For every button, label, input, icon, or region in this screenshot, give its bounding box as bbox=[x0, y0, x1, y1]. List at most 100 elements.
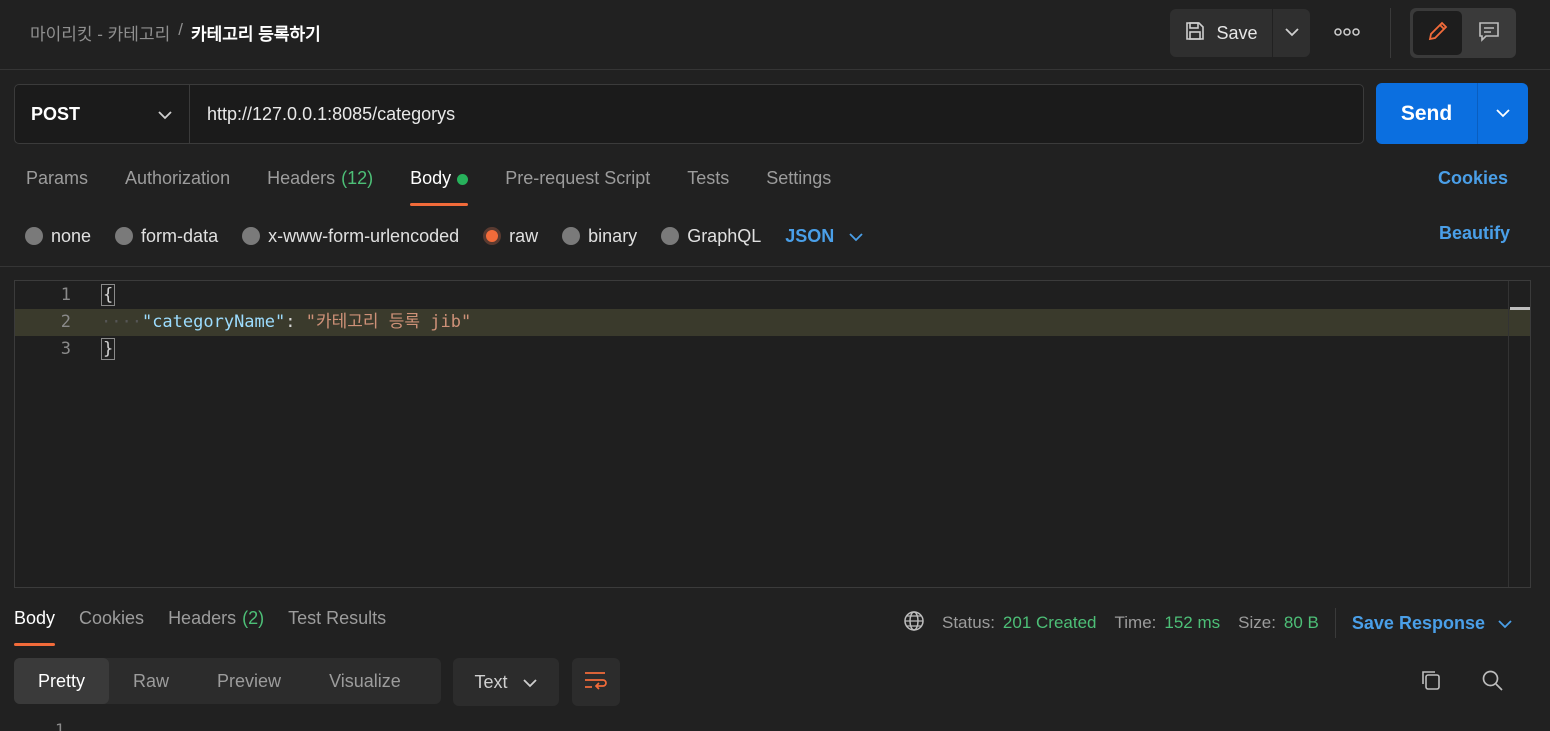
tab-label: Settings bbox=[766, 168, 832, 188]
toolbar-divider bbox=[1390, 8, 1391, 58]
chevron-down-icon bbox=[848, 226, 864, 247]
json-colon: : bbox=[285, 312, 306, 332]
tab-label: Pre-request Script bbox=[505, 168, 651, 188]
line-code: } bbox=[101, 336, 116, 363]
request-title[interactable]: 카테고리 등록하기 bbox=[191, 20, 321, 45]
body-type-none[interactable]: none bbox=[25, 226, 91, 247]
send-options-button[interactable] bbox=[1478, 83, 1528, 144]
radio-button[interactable] bbox=[25, 227, 43, 245]
url-input[interactable]: http://127.0.0.1:8085/categorys bbox=[189, 84, 1364, 144]
copy-button[interactable] bbox=[1416, 667, 1446, 697]
radio-button-checked[interactable] bbox=[483, 227, 502, 245]
breadcrumb-collection[interactable]: 마이리킷 - 카테고리 bbox=[30, 20, 170, 45]
body-type-graphql[interactable]: GraphQL bbox=[661, 226, 761, 247]
save-button[interactable]: Save bbox=[1170, 9, 1272, 57]
open-brace: { bbox=[101, 284, 116, 306]
beautify-link[interactable]: Beautify bbox=[1439, 223, 1510, 244]
cookies-link[interactable]: Cookies bbox=[1438, 168, 1508, 189]
more-options-button[interactable] bbox=[1328, 20, 1366, 46]
radio-button[interactable] bbox=[661, 227, 680, 245]
tab-label: Body bbox=[14, 608, 56, 628]
tab-label: Cookies bbox=[79, 608, 145, 628]
response-tab-headers[interactable]: Headers (2) bbox=[168, 608, 264, 646]
status-value[interactable]: 201 Created bbox=[1003, 613, 1097, 633]
view-tab-preview[interactable]: Preview bbox=[193, 658, 305, 704]
headers-count: (2) bbox=[242, 608, 265, 628]
body-type-binary[interactable]: binary bbox=[562, 226, 637, 247]
indent-dots: ···· bbox=[101, 312, 142, 332]
radio-label: raw bbox=[509, 225, 539, 246]
line-number: 2 bbox=[60, 312, 71, 332]
send-group: Send bbox=[1376, 83, 1528, 144]
tab-label: Test Results bbox=[288, 608, 387, 628]
body-type-raw[interactable]: raw bbox=[483, 226, 538, 247]
radio-label: binary bbox=[588, 225, 638, 246]
wrap-icon bbox=[583, 669, 609, 696]
line-number: 1 bbox=[60, 285, 71, 305]
editor-line: 3 } bbox=[15, 336, 1530, 363]
send-button[interactable]: Send bbox=[1376, 83, 1478, 144]
tab-tests[interactable]: Tests bbox=[687, 168, 729, 206]
tab-authorization[interactable]: Authorization bbox=[125, 168, 230, 206]
minimap-slider[interactable] bbox=[1510, 307, 1530, 310]
chevron-down-icon bbox=[1495, 105, 1511, 123]
tab-params[interactable]: Params bbox=[26, 168, 88, 206]
top-bar: 마이리킷 - 카테고리 / 카테고리 등록하기 Save bbox=[0, 0, 1550, 70]
save-options-button[interactable] bbox=[1272, 9, 1310, 57]
response-tab-test-results[interactable]: Test Results bbox=[288, 608, 386, 646]
more-icon bbox=[1334, 24, 1360, 42]
request-tabs: Params Authorization Headers (12) Body Pr… bbox=[26, 168, 868, 206]
headers-count: (12) bbox=[341, 168, 374, 188]
comment-icon bbox=[1477, 19, 1501, 48]
save-icon bbox=[1184, 20, 1206, 47]
line-code: { bbox=[101, 282, 116, 309]
body-type-form-data[interactable]: form-data bbox=[115, 226, 218, 247]
radio-label: none bbox=[51, 225, 92, 246]
response-tab-body[interactable]: Body bbox=[14, 608, 56, 646]
close-brace: } bbox=[101, 338, 116, 360]
save-group: Save bbox=[1170, 9, 1310, 57]
search-button[interactable] bbox=[1477, 667, 1507, 697]
body-type-urlencoded[interactable]: x-www-form-urlencoded bbox=[242, 226, 459, 247]
chevron-down-icon bbox=[157, 104, 173, 125]
minimap-divider bbox=[1508, 281, 1509, 587]
chevron-down-icon bbox=[1497, 613, 1513, 634]
time-value[interactable]: 152 ms bbox=[1164, 613, 1220, 633]
copy-icon bbox=[1419, 668, 1443, 697]
tab-label: Body bbox=[410, 168, 452, 188]
raw-format-select[interactable]: JSON bbox=[785, 226, 864, 247]
wrap-lines-button[interactable] bbox=[572, 658, 620, 706]
radio-button[interactable] bbox=[242, 227, 261, 245]
save-response-button[interactable]: Save Response bbox=[1352, 613, 1513, 634]
save-response-label: Save Response bbox=[1351, 612, 1485, 633]
tab-label: Tests bbox=[687, 168, 730, 188]
globe-icon[interactable] bbox=[902, 609, 926, 638]
search-icon bbox=[1480, 668, 1504, 697]
view-tab-pretty[interactable]: Pretty bbox=[14, 658, 110, 704]
editor-line: 1 { bbox=[15, 282, 1530, 309]
body-editor[interactable]: 1 { 2 ····"categoryName": "카테고리 등록 jib" … bbox=[14, 280, 1531, 588]
size-value[interactable]: 80 B bbox=[1284, 613, 1319, 633]
tab-body[interactable]: Body bbox=[410, 168, 469, 206]
mode-toggle bbox=[1410, 8, 1516, 58]
format-label: JSON bbox=[785, 225, 835, 246]
response-format-select[interactable]: Text bbox=[453, 658, 559, 706]
format-label: Text bbox=[474, 671, 508, 692]
comments-button[interactable] bbox=[1464, 11, 1513, 55]
response-view-tabs: Pretty Raw Preview Visualize bbox=[14, 658, 441, 704]
response-tab-cookies[interactable]: Cookies bbox=[79, 608, 144, 646]
radio-button[interactable] bbox=[562, 227, 581, 245]
method-select[interactable]: POST bbox=[14, 84, 190, 144]
radio-label: GraphQL bbox=[687, 225, 762, 246]
tab-headers[interactable]: Headers (12) bbox=[267, 168, 373, 206]
json-key: "categoryName" bbox=[141, 312, 286, 332]
radio-button[interactable] bbox=[115, 227, 134, 245]
tab-pre-request-script[interactable]: Pre-request Script bbox=[505, 168, 650, 206]
chevron-down-icon bbox=[1284, 24, 1300, 42]
tab-settings[interactable]: Settings bbox=[766, 168, 831, 206]
edit-mode-button[interactable] bbox=[1413, 11, 1462, 55]
view-tab-raw[interactable]: Raw bbox=[109, 658, 193, 704]
view-tab-visualize[interactable]: Visualize bbox=[305, 658, 425, 704]
time-label: Time: bbox=[1114, 613, 1157, 632]
json-value: "카테고리 등록 jib" bbox=[305, 312, 472, 332]
